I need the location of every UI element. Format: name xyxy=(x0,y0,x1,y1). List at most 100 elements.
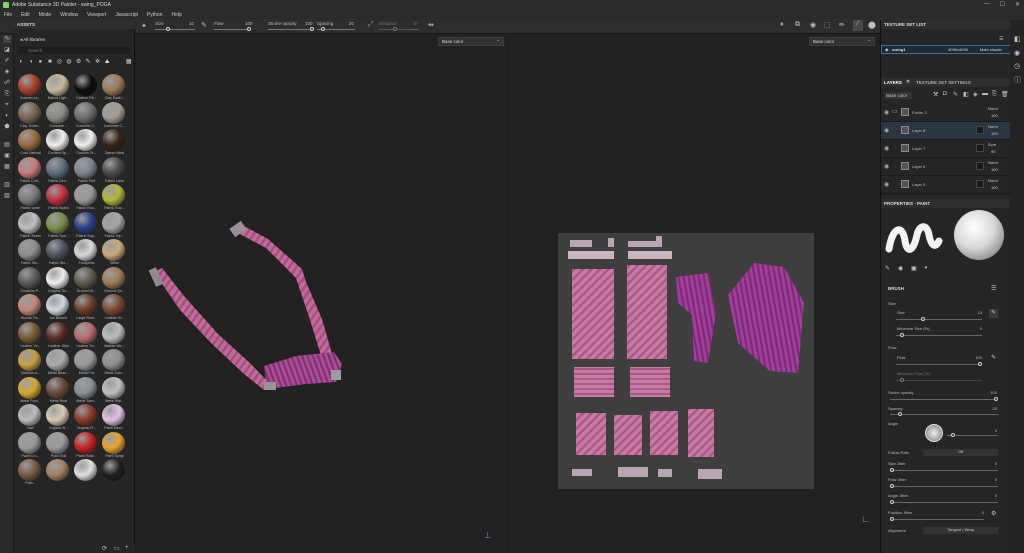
viewport-2d-channel-dropdown[interactable]: Base color xyxy=(809,37,875,46)
paint-tool-icon[interactable]: ✎ xyxy=(3,36,11,43)
toolbar-size-slider[interactable] xyxy=(155,27,195,31)
environment-icon[interactable]: ◉ xyxy=(810,21,816,29)
toolbar-spacing-slider[interactable] xyxy=(317,27,355,31)
viewport-3d[interactable]: Base color ⊥ xyxy=(136,34,508,553)
asset-tile[interactable]: Gouache P... xyxy=(17,266,43,294)
asset-tile[interactable]: Paint Rolle... xyxy=(73,431,99,459)
asset-tile[interactable]: Concrete C... xyxy=(101,101,127,129)
asset-tile[interactable]: Metal Galv... xyxy=(101,349,127,376)
alpha-tab-icon[interactable]: ▣ xyxy=(911,265,917,272)
asset-tile[interactable]: Concrete C... xyxy=(73,101,99,129)
asset-tile[interactable]: Graphic Su... xyxy=(45,266,71,294)
bake-icon[interactable]: ▤ xyxy=(3,142,11,149)
filter-generator-icon[interactable]: ◍ xyxy=(66,59,73,66)
asset-tile[interactable]: Glitter xyxy=(101,239,127,266)
tab-texture-set-settings[interactable]: TEXTURE SET SETTINGS xyxy=(916,80,971,85)
asset-tile[interactable]: Fabric Rou... xyxy=(73,184,99,211)
size-jitter-slider[interactable] xyxy=(890,468,998,472)
toolbar-stroke-opacity-value[interactable]: 100 xyxy=(305,21,313,26)
info-icon[interactable]: ⓘ xyxy=(1014,75,1021,85)
filter-all-icon[interactable]: ◐ xyxy=(18,59,25,66)
layer-row[interactable]: ◉ Layer 5 Norm 100 xyxy=(881,176,1011,194)
size-value[interactable]: 10 xyxy=(978,310,982,315)
layer-mask-thumbnail[interactable] xyxy=(976,144,984,152)
layer-mask-thumbnail[interactable] xyxy=(976,162,984,170)
add-effect-icon[interactable]: ⚒ xyxy=(933,91,938,98)
menu-window[interactable]: Window xyxy=(60,12,78,18)
flow-pressure-icon[interactable]: ✎ xyxy=(991,354,996,361)
material-picker-icon[interactable]: ◐ xyxy=(3,113,11,120)
asset-tile[interactable]: Paint Roll xyxy=(45,431,71,459)
asset-tile[interactable] xyxy=(45,459,71,486)
asset-tile[interactable]: Ice Breach xyxy=(45,294,71,321)
jitter-settings-icon[interactable]: ⚙ xyxy=(991,510,996,517)
asset-tile[interactable]: Fabric Linen xyxy=(17,184,43,211)
tab-close-icon[interactable]: ✕ xyxy=(906,79,910,85)
lazy-mouse-icon[interactable]: ⤢ xyxy=(368,21,374,29)
asset-tile[interactable]: Fabric Wo... xyxy=(45,239,71,266)
asset-tile[interactable]: Leather Ye... xyxy=(17,321,43,349)
asset-tile[interactable]: Metal Sam... xyxy=(73,376,99,404)
screenshot-icon[interactable]: ⬤ xyxy=(868,21,876,29)
menu-viewport[interactable]: Viewport xyxy=(87,12,106,18)
layer-blend-mode[interactable]: Scre xyxy=(988,142,996,147)
asset-tile[interactable]: Leather Su... xyxy=(73,321,99,349)
visibility-icon[interactable]: ◉ xyxy=(884,145,889,152)
asset-tile[interactable]: Ground Sa... xyxy=(101,266,127,294)
stroke-opacity-value[interactable]: 100 xyxy=(990,390,997,395)
position-jitter-value[interactable]: 0 xyxy=(982,510,984,515)
asset-tile[interactable]: Fabric Nylon xyxy=(45,184,71,211)
brush-presets-icon[interactable]: ☰ xyxy=(991,285,996,292)
polygon-fill-icon[interactable]: ⬟ xyxy=(3,124,11,131)
filter-environment-icon[interactable]: ⛰ xyxy=(104,59,111,66)
asset-tile[interactable]: Fabric Lace xyxy=(101,156,127,184)
menu-help[interactable]: Help xyxy=(171,12,181,18)
filter-texture-icon[interactable]: ■ xyxy=(47,59,54,66)
flow-slider[interactable] xyxy=(896,362,982,366)
flow-jitter-slider[interactable] xyxy=(890,484,998,488)
asset-tile[interactable]: Metal Beau... xyxy=(45,349,71,376)
asset-tile[interactable]: Fabric Sup... xyxy=(73,211,99,239)
visibility-icon[interactable]: ◉ xyxy=(884,109,889,116)
menu-edit[interactable]: Edit xyxy=(21,12,30,18)
render-icon[interactable]: ⬚ xyxy=(824,21,831,29)
size-jitter-value[interactable]: 0 xyxy=(995,461,997,466)
flow-jitter-value[interactable]: 0 xyxy=(995,477,997,482)
layer-opacity[interactable]: 100 xyxy=(991,113,998,118)
layer-blend-mode[interactable]: Norm xyxy=(988,178,998,183)
asset-tile[interactable]: Metal Wal... xyxy=(101,376,127,404)
toolbar-distance-slider[interactable] xyxy=(379,27,419,31)
asset-tile[interactable]: Paint Elect... xyxy=(101,404,127,431)
toolbar-size-value[interactable]: 10 xyxy=(189,21,194,26)
stencil-tab-icon[interactable]: ◕ xyxy=(924,265,928,271)
toolbar-flow-slider[interactable] xyxy=(214,27,251,31)
asset-tile[interactable]: Cork Natural xyxy=(17,129,43,156)
eraser-tool-icon[interactable]: ◪ xyxy=(3,47,11,54)
asset-tile[interactable]: Carbon Fib... xyxy=(73,74,99,101)
paint-mode-icon[interactable]: ✏ xyxy=(839,21,845,29)
camera-icon[interactable]: ⧉ xyxy=(795,21,800,29)
smudge-tool-icon[interactable]: ☍ xyxy=(3,80,11,87)
asset-tile[interactable]: Damm Meal xyxy=(101,129,127,156)
asset-tile[interactable]: Footprints xyxy=(73,239,99,266)
asset-tile[interactable]: Ground Gr... xyxy=(73,266,99,294)
asset-tile[interactable]: Fabric Felt xyxy=(73,156,99,184)
asset-tile[interactable]: Custom Te... xyxy=(73,129,99,156)
toolbar-spacing-value[interactable]: 20 xyxy=(349,21,354,26)
add-paint-layer-icon[interactable]: ✎ xyxy=(953,91,958,98)
layer-mask-thumbnail[interactable] xyxy=(976,180,984,188)
layer-opacity[interactable]: 100 xyxy=(991,185,998,190)
layer-row-selected[interactable]: ◉ Layer 8 Norm 100 xyxy=(881,122,1011,140)
layer-row[interactable]: ◉ Layer 7 Scre 95 xyxy=(881,140,1011,158)
asset-tile[interactable]: Fabric Sya... xyxy=(45,211,71,239)
asset-tile[interactable]: Fabric Den... xyxy=(45,156,71,184)
filter-mask-icon[interactable]: ◎ xyxy=(56,59,63,66)
menu-python[interactable]: Python xyxy=(147,12,163,18)
asset-tile[interactable]: Large Rust... xyxy=(73,294,99,321)
close-button[interactable]: ✕ xyxy=(1015,1,1020,8)
asset-tile[interactable]: Leather Gl... xyxy=(101,294,127,321)
follow-path-toggle[interactable]: Off xyxy=(923,449,998,456)
grid-view-icon[interactable]: ▦ xyxy=(125,59,132,66)
add-fill-layer-icon[interactable]: ◧ xyxy=(963,91,969,98)
layer-opacity[interactable]: 100 xyxy=(991,167,998,172)
